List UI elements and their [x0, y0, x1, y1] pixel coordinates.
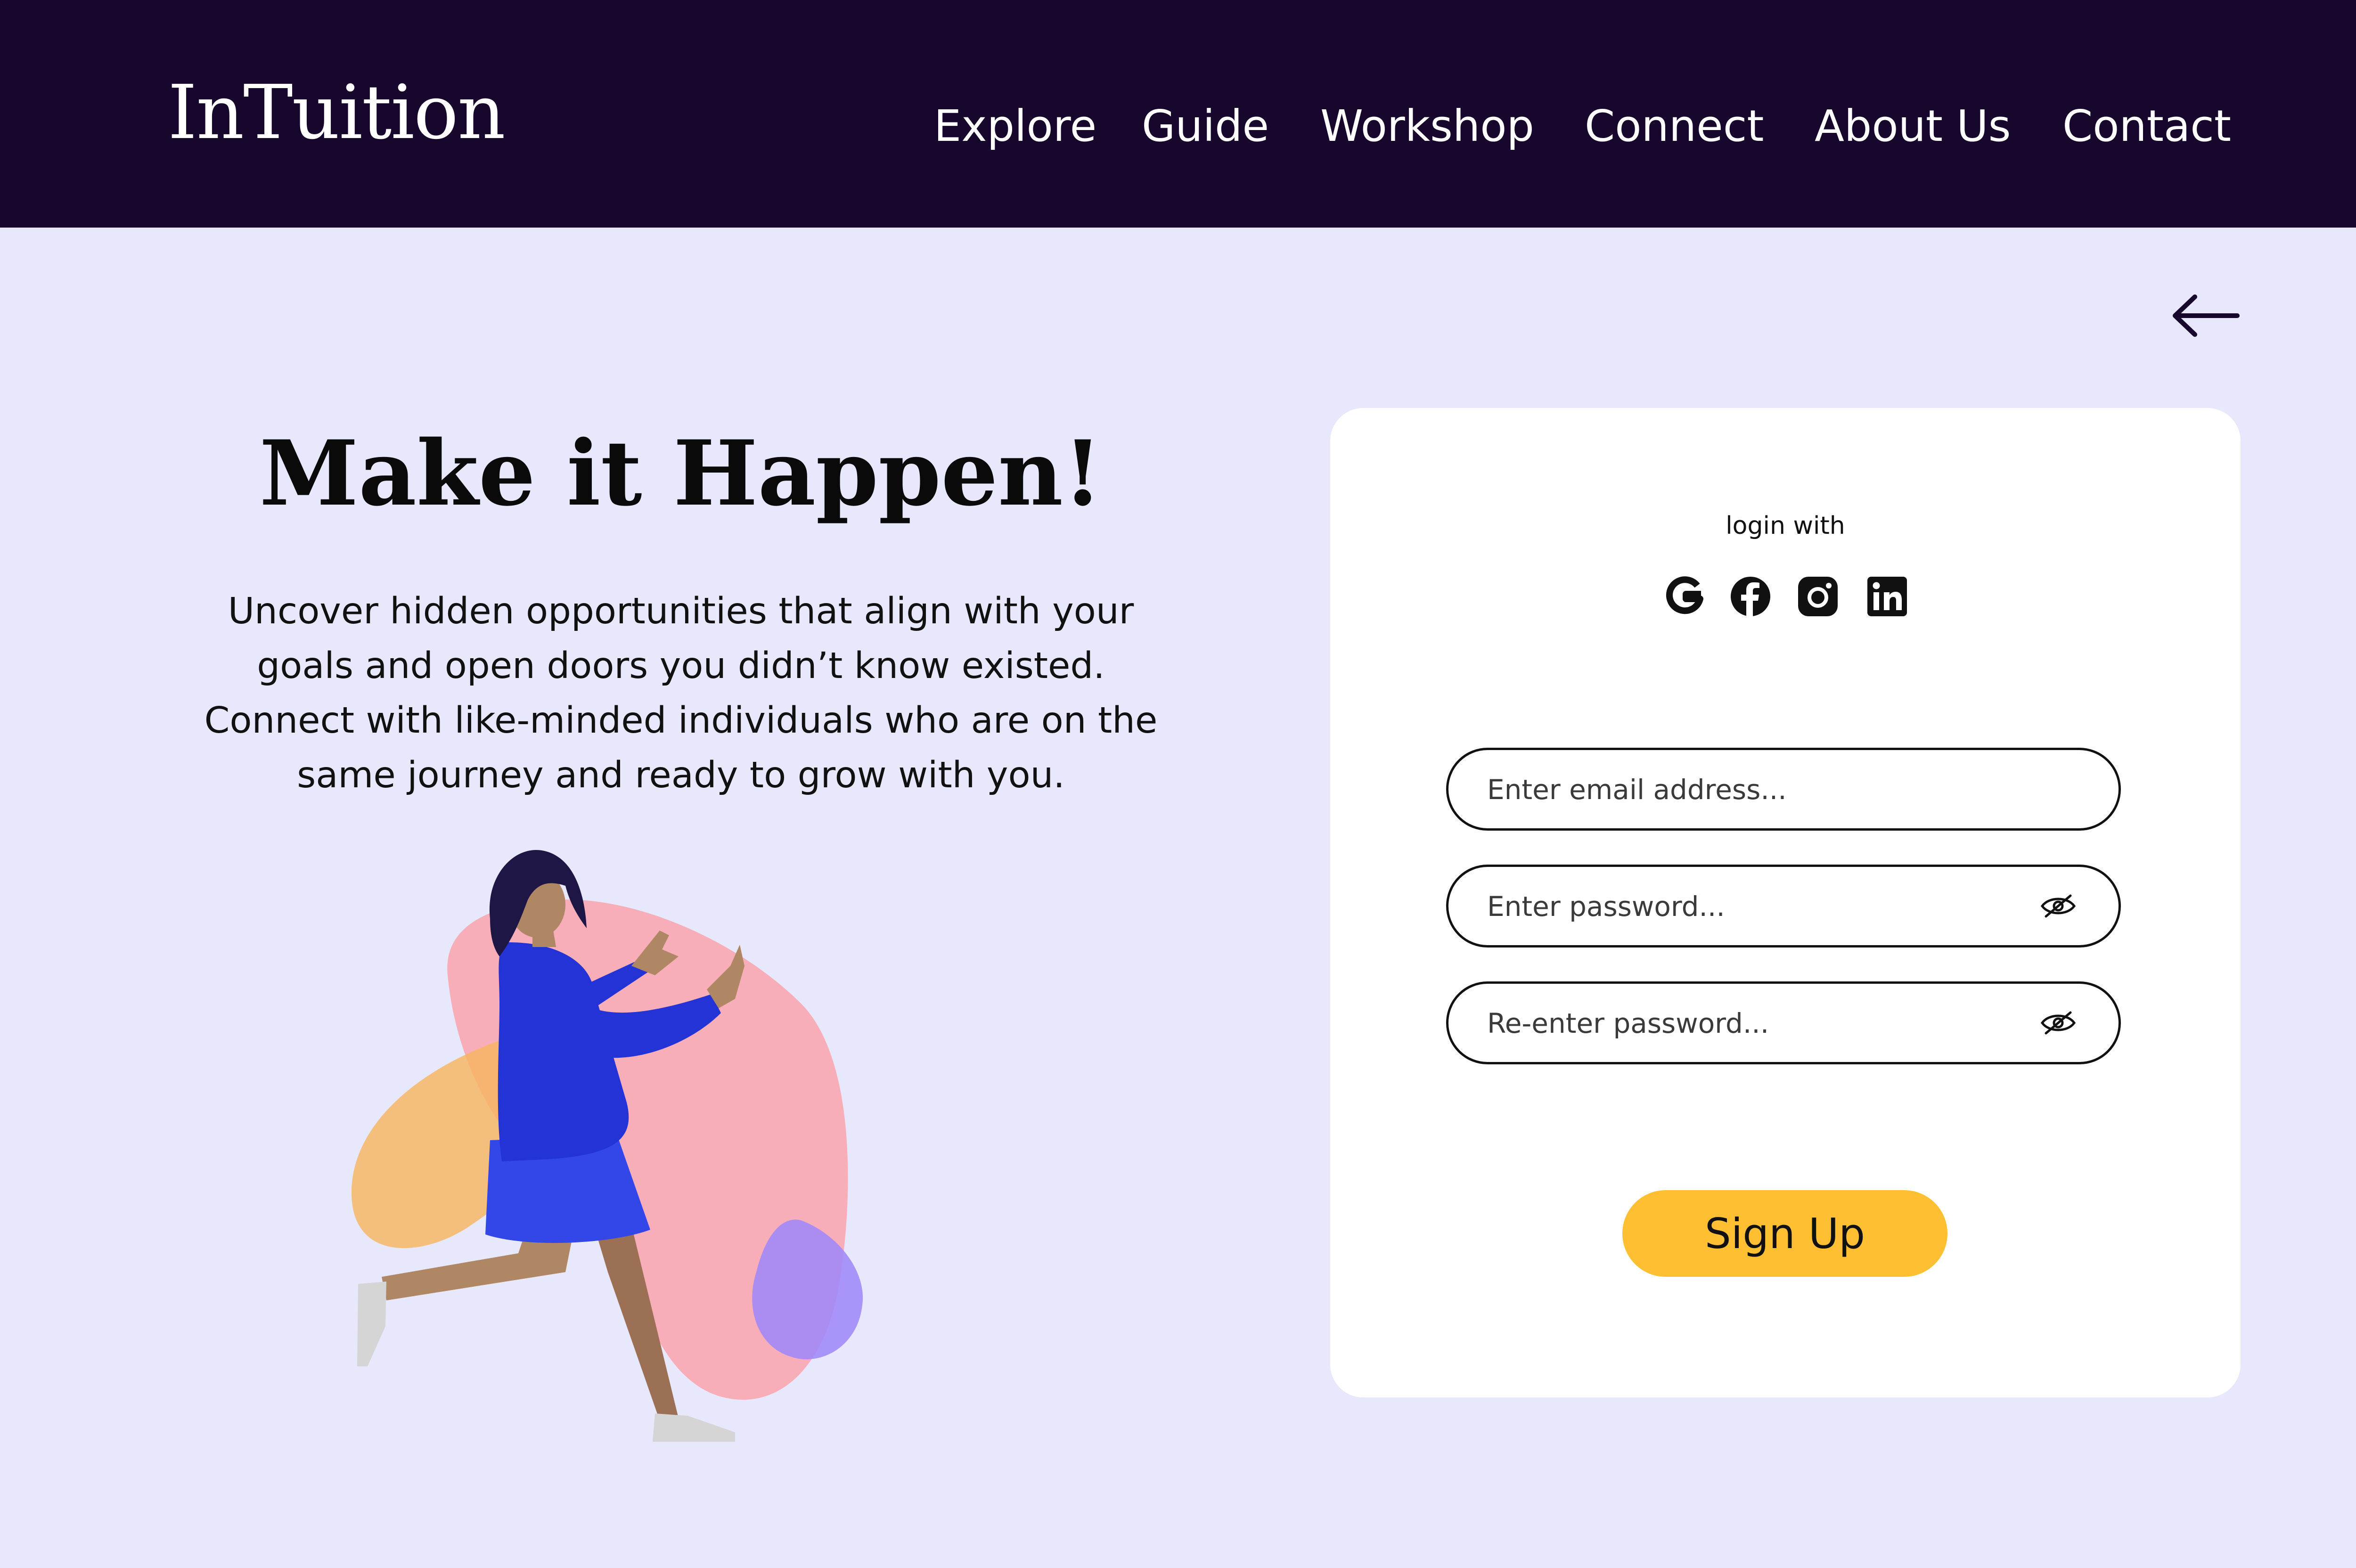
signup-card: login with Enter email address... Sign U…	[1330, 408, 2241, 1397]
email-input[interactable]	[1486, 750, 2030, 829]
eye-slash-icon[interactable]	[2039, 892, 2077, 920]
nav-about-us[interactable]: About Us	[1815, 105, 2011, 148]
reenter-password-field[interactable]	[1446, 981, 2121, 1064]
password-field[interactable]	[1446, 865, 2121, 947]
main-nav: Explore Guide Workshop Connect About Us …	[0, 105, 2356, 161]
login-with-label: login with	[1726, 512, 1845, 540]
nav-workshop[interactable]: Workshop	[1320, 105, 1534, 148]
sign-up-button[interactable]: Sign Up	[1622, 1190, 1947, 1277]
social-login-row	[1663, 575, 1908, 622]
nav-connect[interactable]: Connect	[1585, 105, 1764, 148]
hero-description: Uncover hidden opportunities that align …	[204, 590, 1158, 796]
top-nav-bar: InTuition Explore Guide Workshop Connect…	[0, 0, 2356, 228]
facebook-icon[interactable]	[1729, 575, 1772, 618]
google-icon[interactable]	[1663, 575, 1706, 618]
back-arrow-icon[interactable]	[2168, 290, 2243, 342]
nav-guide[interactable]: Guide	[1142, 105, 1269, 148]
instagram-icon[interactable]	[1797, 575, 1839, 618]
eye-slash-icon[interactable]	[2039, 1009, 2077, 1037]
reenter-password-input[interactable]	[1486, 984, 2030, 1063]
linkedin-icon[interactable]	[1866, 575, 1908, 618]
nav-explore[interactable]: Explore	[934, 105, 1096, 148]
email-field[interactable]	[1446, 748, 2121, 831]
hero-illustration	[330, 848, 905, 1456]
password-input[interactable]	[1486, 867, 2030, 946]
nav-contact[interactable]: Contact	[2062, 105, 2231, 148]
hero-headline: Make it Happen!	[259, 421, 1103, 526]
